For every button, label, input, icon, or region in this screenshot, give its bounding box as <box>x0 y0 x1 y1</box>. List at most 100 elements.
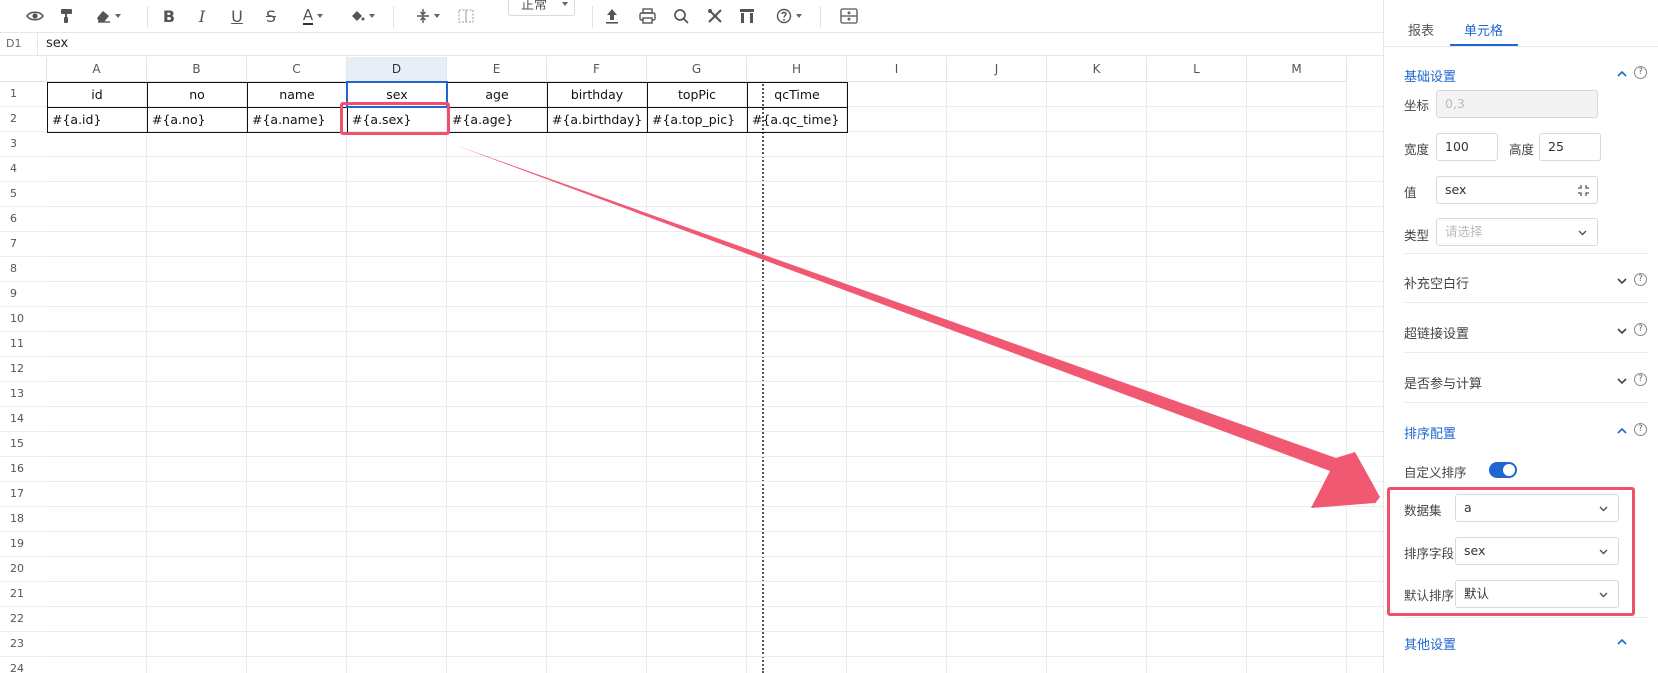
row-header-8[interactable]: 8 <box>0 257 47 282</box>
table-header-cell[interactable]: age <box>447 83 547 107</box>
column-header-i[interactable]: I <box>847 57 947 82</box>
search-icon[interactable] <box>671 4 691 28</box>
select-all-corner[interactable] <box>0 57 47 82</box>
default-sort-select[interactable]: 默认 <box>1455 580 1619 608</box>
table-header-cell[interactable]: qcTime <box>747 83 847 107</box>
row-header-7[interactable]: 7 <box>0 232 47 257</box>
eye-icon[interactable] <box>24 4 46 28</box>
section-sort-title[interactable]: 排序配置 <box>1404 423 1456 442</box>
table-header-cell[interactable]: name <box>247 83 347 107</box>
row-header-9[interactable]: 9 <box>0 282 47 307</box>
section-other-title[interactable]: 其他设置 <box>1404 634 1456 653</box>
chevron-down-icon[interactable] <box>1615 324 1629 338</box>
font-size-select[interactable]: 正常 <box>508 0 575 16</box>
type-select[interactable]: 请选择 <box>1436 218 1598 246</box>
value-input[interactable]: sex <box>1436 176 1598 204</box>
chart-icon[interactable] <box>737 4 757 28</box>
row-header-21[interactable]: 21 <box>0 582 47 607</box>
row-header-1[interactable]: 1 <box>0 82 47 107</box>
table-data-cell[interactable]: #{a.age} <box>452 108 513 132</box>
height-input[interactable]: 25 <box>1539 133 1601 161</box>
chevron-down-icon[interactable] <box>1615 274 1629 288</box>
chevron-up-icon[interactable] <box>1615 67 1629 81</box>
table-data-cell[interactable]: #{a.id} <box>52 108 101 132</box>
tab-report[interactable]: 报表 <box>1408 20 1434 39</box>
bold-icon[interactable]: B <box>160 4 178 28</box>
section-hyperlink-title[interactable]: 超链接设置 <box>1404 323 1469 342</box>
formula-input[interactable]: sex <box>46 33 68 55</box>
row-header-5[interactable]: 5 <box>0 182 47 207</box>
column-header-j[interactable]: J <box>947 57 1047 82</box>
spreadsheet-grid[interactable]: A B C D E F G H I J K L M 1 2 3 4 5 6 7 8 9 10 11 12 13 14 15 16 17 18… <box>0 57 1383 673</box>
table-data-cell[interactable]: #{a.birthday} <box>552 108 642 132</box>
eraser-icon[interactable] <box>92 4 124 28</box>
row-header-3[interactable]: 3 <box>0 132 47 157</box>
table-header-cell[interactable]: no <box>147 83 247 107</box>
upload-icon[interactable] <box>602 4 622 28</box>
width-input[interactable]: 100 <box>1436 133 1498 161</box>
custom-sort-toggle[interactable] <box>1489 462 1517 478</box>
table-data-cell[interactable]: #{a.no} <box>152 108 206 132</box>
row-header-20[interactable]: 20 <box>0 557 47 582</box>
column-header-b[interactable]: B <box>147 57 247 82</box>
section-fill-blank-title[interactable]: 补充空白行 <box>1404 273 1469 292</box>
column-header-f[interactable]: F <box>547 57 647 82</box>
column-header-k[interactable]: K <box>1047 57 1147 82</box>
row-header-22[interactable]: 22 <box>0 607 47 632</box>
row-header-24[interactable]: 24 <box>0 657 47 673</box>
column-header-a[interactable]: A <box>47 57 147 82</box>
row-header-23[interactable]: 23 <box>0 632 47 657</box>
table-data-cell[interactable]: #{a.name} <box>252 108 325 132</box>
section-basic-title[interactable]: 基础设置 <box>1404 66 1456 85</box>
table-header-cell[interactable]: topPic <box>647 83 747 107</box>
dataset-select[interactable]: a <box>1455 494 1619 522</box>
column-header-g[interactable]: G <box>647 57 747 82</box>
fill-color-icon[interactable] <box>346 4 378 28</box>
row-header-14[interactable]: 14 <box>0 407 47 432</box>
table-header-cell[interactable]: birthday <box>547 83 647 107</box>
help-icon[interactable] <box>773 4 805 28</box>
font-color-icon[interactable]: A <box>297 4 329 28</box>
table-data-cell[interactable]: #{a.top_pic} <box>652 108 735 132</box>
help-icon[interactable]: ? <box>1634 66 1647 79</box>
chevron-down-icon[interactable] <box>1615 374 1629 388</box>
table-data-cell[interactable]: #{a.sex} <box>352 108 411 132</box>
row-header-6[interactable]: 6 <box>0 207 47 232</box>
column-header-d[interactable]: D <box>347 57 447 82</box>
row-header-18[interactable]: 18 <box>0 507 47 532</box>
help-icon[interactable]: ? <box>1634 373 1647 386</box>
merge-cells-icon[interactable] <box>455 4 477 28</box>
chevron-up-icon[interactable] <box>1615 424 1629 438</box>
italic-icon[interactable]: I <box>193 4 211 28</box>
row-header-17[interactable]: 17 <box>0 482 47 507</box>
collapse-icon[interactable] <box>1577 184 1590 197</box>
freeze-icon[interactable] <box>838 4 860 28</box>
tools-icon[interactable] <box>705 4 725 28</box>
table-header-cell[interactable]: id <box>47 83 147 107</box>
column-header-e[interactable]: E <box>447 57 547 82</box>
row-header-11[interactable]: 11 <box>0 332 47 357</box>
table-data-cell[interactable]: #{a.qc_time} <box>752 108 839 132</box>
row-header-12[interactable]: 12 <box>0 357 47 382</box>
column-header-l[interactable]: L <box>1147 57 1247 82</box>
strikethrough-icon[interactable]: S <box>262 4 280 28</box>
column-header-m[interactable]: M <box>1247 57 1347 82</box>
row-header-13[interactable]: 13 <box>0 382 47 407</box>
underline-icon[interactable]: U <box>228 4 246 28</box>
cell-reference[interactable]: D1 <box>0 33 38 55</box>
help-icon[interactable]: ? <box>1634 323 1647 336</box>
row-header-4[interactable]: 4 <box>0 157 47 182</box>
tab-cell[interactable]: 单元格 <box>1464 20 1503 39</box>
vertical-align-icon[interactable] <box>412 4 444 28</box>
chevron-up-icon[interactable] <box>1615 635 1629 649</box>
row-header-2[interactable]: 2 <box>0 107 47 132</box>
help-icon[interactable]: ? <box>1634 273 1647 286</box>
help-icon[interactable]: ? <box>1634 423 1647 436</box>
row-header-16[interactable]: 16 <box>0 457 47 482</box>
column-header-c[interactable]: C <box>247 57 347 82</box>
row-header-19[interactable]: 19 <box>0 532 47 557</box>
print-icon[interactable] <box>636 4 658 28</box>
sort-field-select[interactable]: sex <box>1455 537 1619 565</box>
format-painter-icon[interactable] <box>57 4 77 28</box>
row-header-10[interactable]: 10 <box>0 307 47 332</box>
